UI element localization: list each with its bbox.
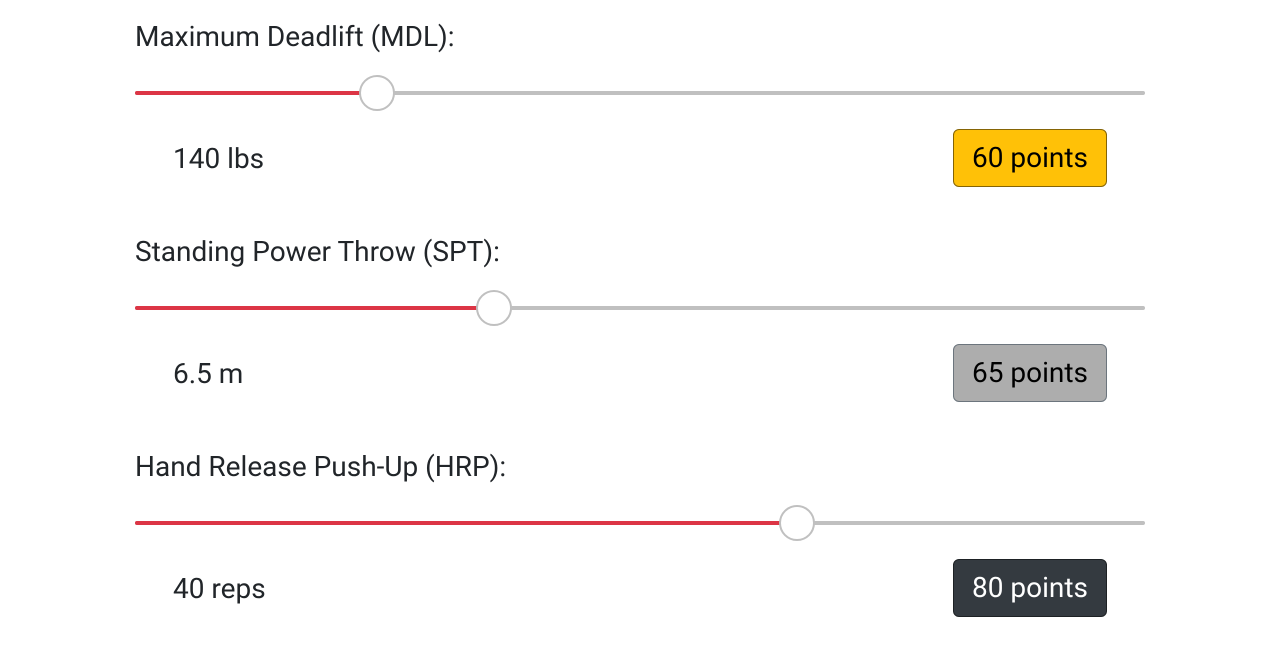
- value-text-spt: 6.5 m: [173, 357, 243, 390]
- slider-fill: [135, 521, 797, 525]
- slider-handle[interactable]: [476, 290, 512, 326]
- slider-mdl[interactable]: [135, 75, 1145, 111]
- exercise-block-spt: Standing Power Throw (SPT): 6.5 m 65 poi…: [135, 235, 1145, 402]
- slider-hrp[interactable]: [135, 505, 1145, 541]
- exercise-label-hrp: Hand Release Push-Up (HRP):: [135, 450, 1145, 483]
- slider-track: [135, 306, 1145, 310]
- slider-track: [135, 91, 1145, 95]
- slider-fill: [135, 306, 494, 310]
- exercise-label-mdl: Maximum Deadlift (MDL):: [135, 20, 1145, 53]
- slider-handle[interactable]: [359, 75, 395, 111]
- slider-spt[interactable]: [135, 290, 1145, 326]
- slider-handle[interactable]: [779, 505, 815, 541]
- value-row: 40 reps 80 points: [135, 559, 1145, 617]
- value-row: 6.5 m 65 points: [135, 344, 1145, 402]
- points-badge-mdl: 60 points: [953, 129, 1107, 187]
- points-badge-hrp: 80 points: [953, 559, 1107, 617]
- value-row: 140 lbs 60 points: [135, 129, 1145, 187]
- value-text-hrp: 40 reps: [173, 572, 266, 605]
- exercise-block-mdl: Maximum Deadlift (MDL): 140 lbs 60 point…: [135, 20, 1145, 187]
- points-badge-spt: 65 points: [953, 344, 1107, 402]
- exercise-block-hrp: Hand Release Push-Up (HRP): 40 reps 80 p…: [135, 450, 1145, 617]
- slider-fill: [135, 91, 377, 95]
- slider-track: [135, 521, 1145, 525]
- value-text-mdl: 140 lbs: [173, 142, 264, 175]
- exercise-label-spt: Standing Power Throw (SPT):: [135, 235, 1145, 268]
